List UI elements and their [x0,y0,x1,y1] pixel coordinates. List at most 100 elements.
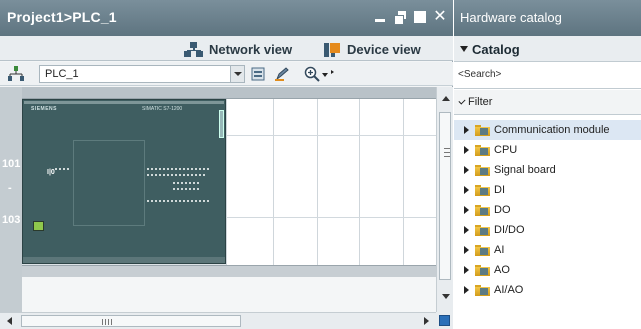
close-icon[interactable]: ✕ [433,9,447,25]
tab-network-label: Network view [209,42,293,57]
tree-item-label: DI/DO [494,224,525,236]
tree-item-signal-board[interactable]: Signal board [454,160,641,180]
window-title: Project1>PLC_1 [7,9,117,25]
horizontal-scroll-thumb[interactable] [21,315,241,327]
properties-icon[interactable] [250,66,266,82]
tree-item-label: DO [494,204,511,216]
restore-icon[interactable] [393,10,407,25]
catalog-filter-toggle[interactable]: Filter [454,90,641,115]
catalog-tree: Communication module CPU Signal board DI… [454,116,641,329]
rack-rail-top [22,87,436,99]
tree-item-label: Communication module [494,124,610,136]
network-view-icon [184,41,204,58]
tree-item-communication-module[interactable]: Communication module [454,120,641,140]
maximize-icon[interactable] [413,10,427,24]
expand-arrow-icon[interactable] [464,266,469,274]
topology-icon[interactable] [7,65,25,83]
hardware-catalog-pane: Hardware catalog Catalog <Search> Filter… [454,0,641,329]
rack-slot[interactable] [403,99,436,265]
tree-item-ai-ao[interactable]: AI/AO [454,280,641,300]
collapse-triangle-icon[interactable] [460,46,468,52]
expand-arrow-icon[interactable] [464,166,469,174]
overview-navigation-button[interactable] [436,312,453,329]
led-row [55,168,69,170]
tree-item-di-do[interactable]: DI/DO [454,220,641,240]
canvas-empty-area[interactable] [22,277,436,312]
vertical-scrollbar[interactable] [436,87,453,312]
edit-pen-icon[interactable] [274,66,290,82]
view-tab-bar: Network view Device view [0,36,453,61]
tab-network-view[interactable]: Network view [184,40,292,59]
cpu-status-indicator: I|0 [47,169,55,176]
folder-icon [475,224,490,236]
device-select[interactable]: PLC_1 [39,65,245,83]
catalog-title: Hardware catalog [460,10,562,25]
rack-slot[interactable] [359,99,403,265]
folder-icon [475,284,490,296]
tree-item-label: AI [494,244,505,256]
scroll-grip-icon [102,319,112,325]
minimize-icon[interactable] [373,10,387,24]
rack-slot[interactable] [317,99,359,265]
device-view-canvas[interactable]: 101 - 103 SIEMENS SIMATIC S7-1200 I|0 [0,87,436,312]
horizontal-scrollbar[interactable] [0,312,436,329]
folder-icon [475,124,490,136]
rail-number: - [8,182,12,194]
project-title-bar[interactable]: Project1>PLC_1 ✕ [0,0,453,36]
catalog-section-header[interactable]: Catalog [454,36,641,62]
cpu-model-label: SIMATIC S7-1200 [142,106,183,112]
expand-arrow-icon[interactable] [464,206,469,214]
tree-item-di[interactable]: DI [454,180,641,200]
zoom-icon[interactable] [304,66,320,82]
rack-slot[interactable] [226,99,273,265]
tree-item-cpu[interactable]: CPU [454,140,641,160]
tree-item-do[interactable]: DO [454,200,641,220]
led-row [147,200,211,202]
scroll-right-arrow-icon[interactable] [419,315,434,328]
cpu-module[interactable]: SIEMENS SIMATIC S7-1200 I|0 [22,99,226,264]
expand-arrow-icon[interactable] [464,146,469,154]
led-row [147,168,211,170]
device-toolbar: PLC_1 [0,62,453,86]
device-view-icon [324,42,342,58]
slot-divider [226,217,436,218]
catalog-search-input[interactable]: <Search> [454,63,641,89]
filter-label: Filter [468,96,493,108]
expand-arrow-icon[interactable] [464,186,469,194]
catalog-header-label: Catalog [472,42,520,57]
tree-item-ai[interactable]: AI [454,240,641,260]
ethernet-port-icon [33,221,44,231]
tree-item-label: DI [494,184,505,196]
cpu-vendor-label: SIEMENS [31,106,58,112]
tree-item-ao[interactable]: AO [454,260,641,280]
led-row [147,174,205,176]
cpu-bottom-edge [23,257,225,263]
catalog-title-bar[interactable]: Hardware catalog [454,0,641,36]
tree-item-label: Signal board [494,164,556,176]
vertical-scroll-thumb[interactable] [439,112,451,280]
scroll-grip-icon [444,148,450,157]
checkmark-icon[interactable] [458,97,466,105]
rack-slot[interactable] [273,99,317,265]
scroll-left-arrow-icon[interactable] [3,315,18,328]
tree-item-label: AO [494,264,510,276]
scroll-down-arrow-icon[interactable] [438,290,453,303]
rack-rail-bottom [22,265,436,277]
tab-device-view[interactable]: Device view [324,40,421,59]
rail-number-column: 101 - 103 [0,87,22,312]
expand-arrow-icon[interactable] [464,246,469,254]
cpu-io-panel [73,140,145,226]
scroll-up-arrow-icon[interactable] [438,92,453,105]
tree-item-label: CPU [494,144,518,156]
expand-arrow-icon[interactable] [464,286,469,294]
zoom-level-dropdown-icon[interactable] [320,66,336,82]
folder-icon [475,244,490,256]
folder-icon [475,144,490,156]
expand-arrow-icon[interactable] [464,126,469,134]
device-select-value: PLC_1 [45,68,79,80]
folder-icon [475,184,490,196]
tree-item-label: AI/AO [494,284,524,296]
chevron-down-icon[interactable] [230,66,244,82]
cpu-top-edge [24,101,224,104]
expand-arrow-icon[interactable] [464,226,469,234]
